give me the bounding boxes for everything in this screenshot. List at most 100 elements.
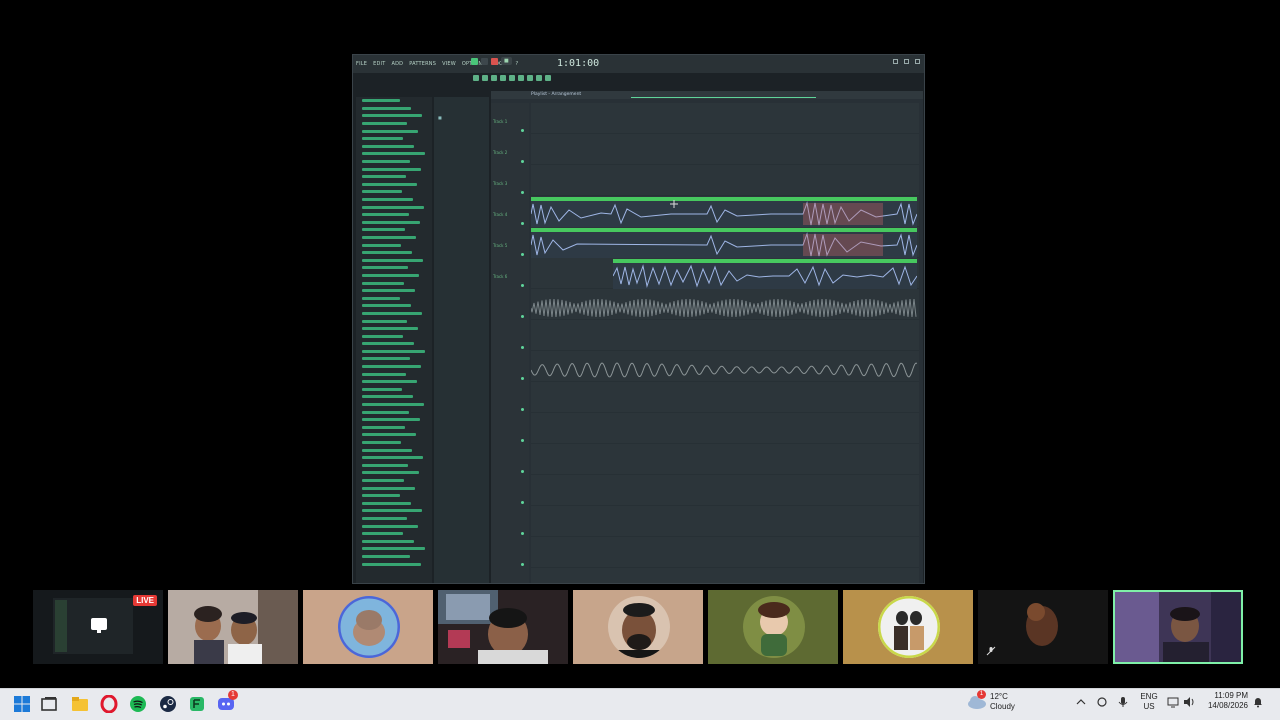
chevron-up-icon[interactable] [1076,698,1086,706]
track-mute-led[interactable] [521,532,524,535]
participant-tile[interactable] [708,590,838,664]
browser-item[interactable] [356,545,432,553]
browser-item[interactable] [356,188,432,196]
file-browser[interactable] [356,97,432,583]
track-mute-led[interactable] [521,563,524,566]
opera-icon[interactable] [100,695,118,713]
fl-studio-window[interactable]: FILE EDIT ADD PATTERNS VIEW OPTIONS TOOL… [352,54,925,584]
browser-item[interactable] [356,454,432,462]
track-mute-led[interactable] [521,160,524,163]
browser-item[interactable] [356,431,432,439]
browser-item[interactable] [356,530,432,538]
weather-widget[interactable]: 12°C Cloudy [990,692,1015,712]
browser-item[interactable] [356,507,432,515]
participant-tile[interactable] [573,590,703,664]
browser-item[interactable] [356,424,432,432]
task-view-icon[interactable] [40,695,58,713]
browser-item[interactable] [356,219,432,227]
audio-clip[interactable] [613,259,917,289]
participant-tile[interactable] [303,590,433,664]
browser-item[interactable] [356,196,432,204]
network-icon[interactable] [1167,696,1179,708]
browser-item[interactable] [356,158,432,166]
tool-icon[interactable] [491,75,497,81]
menu-help[interactable]: ? [513,61,522,67]
track-mute-led[interactable] [521,439,524,442]
browser-item[interactable] [356,105,432,113]
browser-item[interactable] [356,492,432,500]
track-mute-led[interactable] [521,501,524,504]
audio-clip[interactable] [531,228,917,258]
menu-file[interactable]: FILE [353,61,370,67]
start-icon[interactable] [13,695,31,713]
browser-item[interactable] [356,416,432,424]
browser-item[interactable] [356,499,432,507]
browser-item[interactable] [356,553,432,561]
browser-item[interactable] [356,310,432,318]
browser-item[interactable] [356,408,432,416]
browser-item[interactable] [356,317,432,325]
tool-icon[interactable] [500,75,506,81]
volume-icon[interactable] [1183,696,1195,708]
track-label[interactable]: Track 1 [493,119,507,124]
browser-item[interactable] [356,439,432,447]
browser-item[interactable] [356,462,432,470]
browser-item[interactable] [356,363,432,371]
track-mute-led[interactable] [521,191,524,194]
tool-icon[interactable] [509,75,515,81]
menu-patterns[interactable]: PATTERNS [406,61,439,67]
browser-item[interactable] [356,211,432,219]
participant-tile[interactable] [168,590,298,664]
track-mute-led[interactable] [521,346,524,349]
browser-item[interactable] [356,446,432,454]
browser-item[interactable] [356,378,432,386]
browser-item[interactable] [356,484,432,492]
browser-item[interactable] [356,370,432,378]
tool-icon[interactable] [527,75,533,81]
participant-tile-screenshare[interactable]: LIVE [33,590,163,664]
pattern-song-toggle[interactable]: ■ [501,57,512,65]
track-mute-led[interactable] [521,129,524,132]
browser-item[interactable] [356,112,432,120]
browser-item[interactable] [356,279,432,287]
browser-item[interactable] [356,256,432,264]
browser-item[interactable] [356,241,432,249]
track-mute-led[interactable] [521,315,524,318]
browser-item[interactable] [356,386,432,394]
menu-view[interactable]: VIEW [439,61,459,67]
menu-edit[interactable]: EDIT [370,61,388,67]
track-mute-led[interactable] [521,470,524,473]
browser-item[interactable] [356,203,432,211]
browser-item[interactable] [356,294,432,302]
tool-icon[interactable] [518,75,524,81]
browser-item[interactable] [356,469,432,477]
browser-item[interactable] [356,135,432,143]
track-label[interactable]: Track 4 [493,212,507,217]
close-icon[interactable] [915,59,920,64]
browser-item[interactable] [356,401,432,409]
participant-tile[interactable] [843,590,973,664]
menu-add[interactable]: ADD [388,61,406,67]
browser-item[interactable] [356,97,432,105]
track-mute-led[interactable] [521,284,524,287]
steam-icon[interactable] [159,695,177,713]
audio-clip-muted[interactable] [531,353,917,383]
sync-icon[interactable] [1096,696,1108,708]
lane-area[interactable] [531,103,919,583]
browser-item[interactable] [356,173,432,181]
stop-button[interactable] [481,57,488,65]
track-mute-led[interactable] [521,222,524,225]
browser-item[interactable] [356,165,432,173]
track-label[interactable]: Track 6 [493,274,507,279]
browser-item[interactable] [356,515,432,523]
participant-tile[interactable] [978,590,1108,664]
microphone-icon[interactable] [1117,696,1129,708]
browser-item[interactable] [356,477,432,485]
browser-item[interactable] [356,560,432,568]
track-mute-led[interactable] [521,253,524,256]
browser-item[interactable] [356,272,432,280]
clock[interactable]: 11:09 PM 14/08/2026 [1196,691,1248,711]
file-explorer-icon[interactable] [71,695,89,713]
maximize-icon[interactable] [904,59,909,64]
browser-item[interactable] [356,287,432,295]
